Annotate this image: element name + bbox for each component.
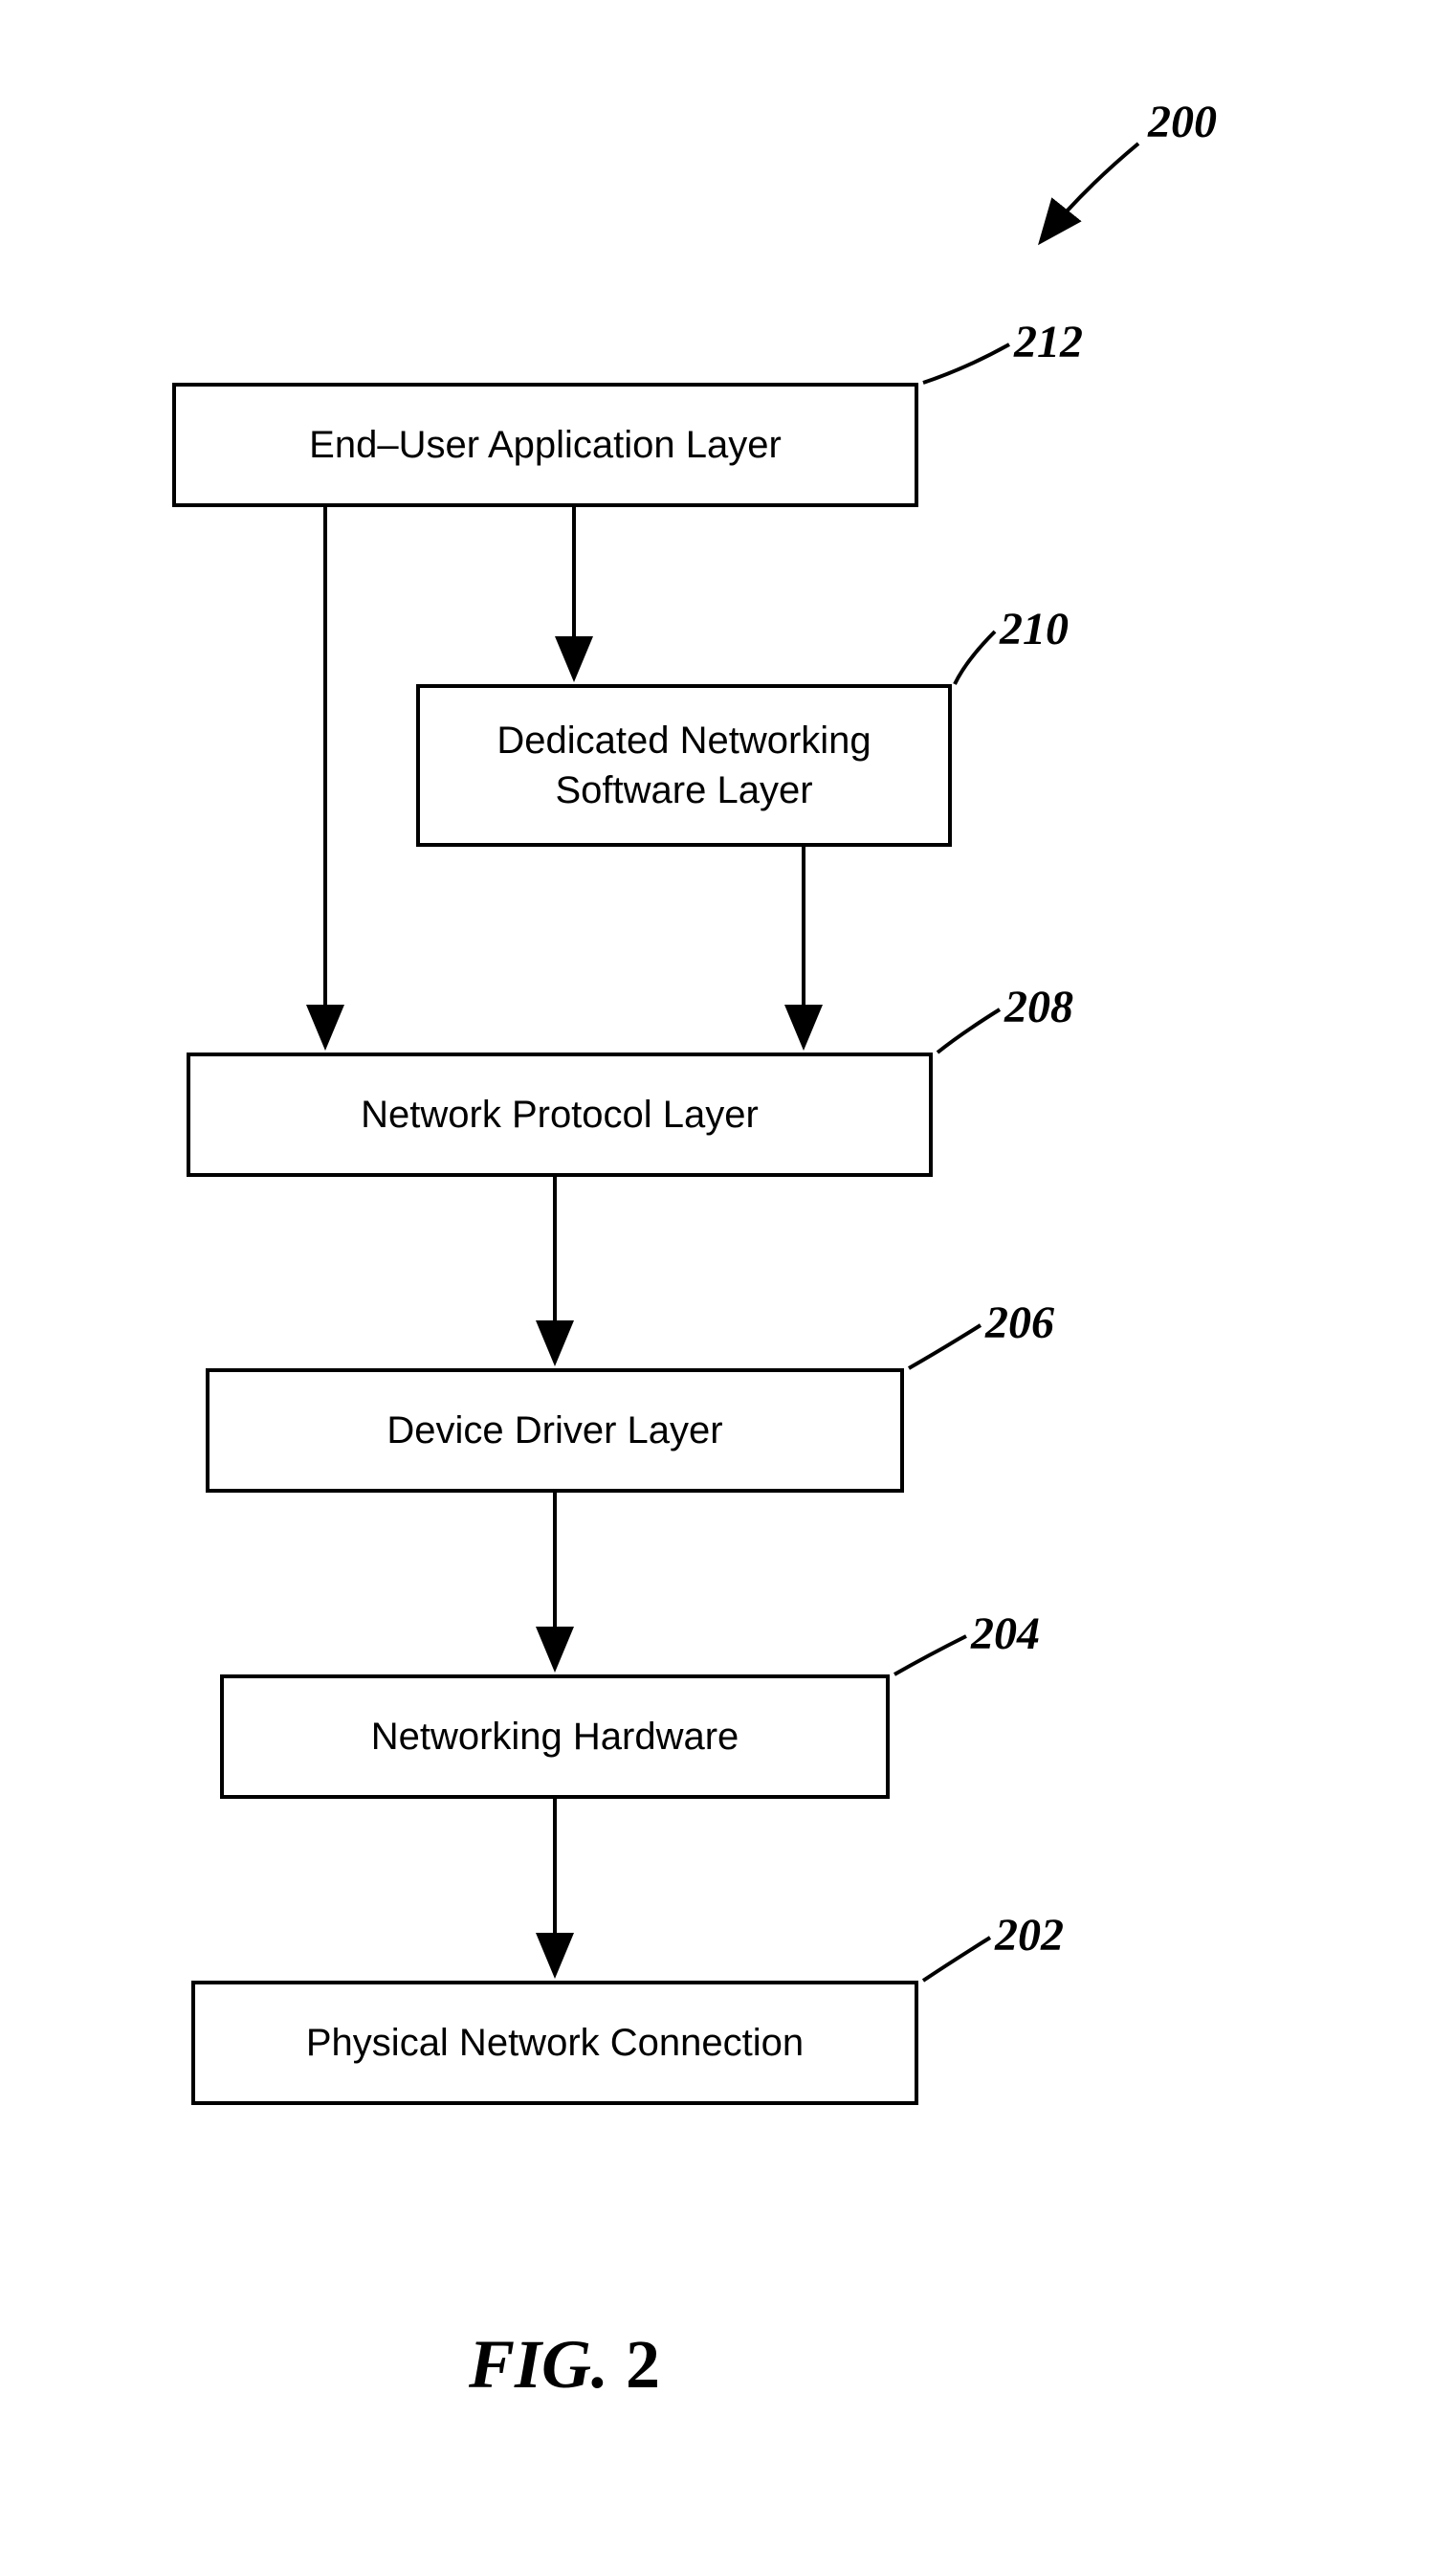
box-physical-network-connection: Physical Network Connection xyxy=(191,1981,918,2105)
reference-number-202: 202 xyxy=(995,1909,1064,1961)
box-network-protocol-layer: Network Protocol Layer xyxy=(187,1053,933,1177)
reference-number-212: 212 xyxy=(1014,316,1083,368)
box-label: Dedicated Networking Software Layer xyxy=(496,716,871,815)
reference-number-204: 204 xyxy=(971,1607,1040,1660)
box-end-user-application-layer: End–User Application Layer xyxy=(172,383,918,507)
box-device-driver-layer: Device Driver Layer xyxy=(206,1368,904,1493)
box-label: Device Driver Layer xyxy=(386,1406,722,1455)
reference-number-210: 210 xyxy=(1000,603,1069,655)
reference-number-206: 206 xyxy=(985,1297,1054,1349)
figure-label-prefix: FIG. xyxy=(469,2326,608,2403)
diagram-container: End–User Application Layer 212 Dedicated… xyxy=(0,0,1456,2571)
reference-number-200: 200 xyxy=(1148,96,1217,148)
figure-label: FIG. 2 xyxy=(469,2325,660,2405)
box-dedicated-networking-software-layer: Dedicated Networking Software Layer xyxy=(416,684,952,847)
box-label: Networking Hardware xyxy=(371,1712,739,1762)
box-label: Physical Network Connection xyxy=(306,2018,804,2068)
reference-number-208: 208 xyxy=(1004,981,1073,1033)
box-networking-hardware: Networking Hardware xyxy=(220,1674,890,1799)
box-label: End–User Application Layer xyxy=(309,420,782,470)
box-label: Network Protocol Layer xyxy=(361,1090,759,1140)
figure-label-number: 2 xyxy=(626,2326,660,2403)
